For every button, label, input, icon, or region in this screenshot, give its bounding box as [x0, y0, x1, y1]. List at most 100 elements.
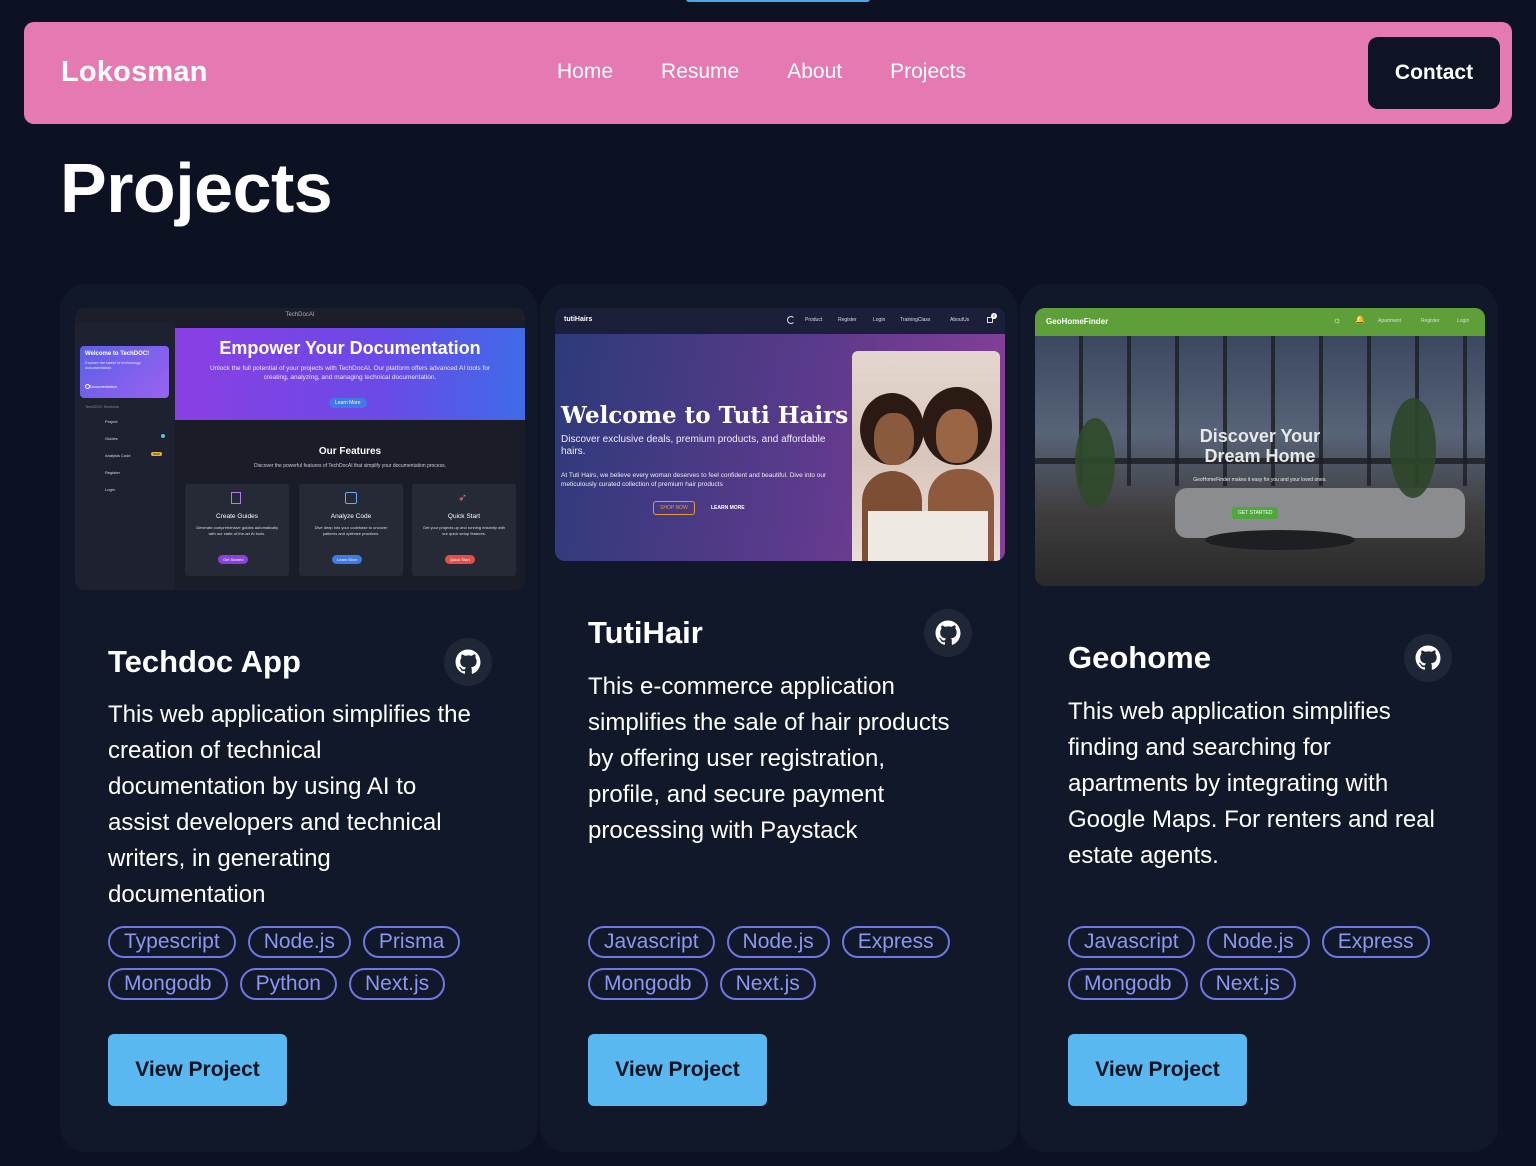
project-title: Geohome	[1068, 640, 1211, 675]
project-description: This e-commerce application simplifies t…	[588, 673, 950, 844]
tech-tag: Next.js	[1199, 968, 1296, 1000]
brand-logo[interactable]: Lokosman	[61, 56, 208, 89]
preview-feature-card: ➶ Quick Start Get your projects up and r…	[412, 484, 516, 576]
preview-hero-text: At Tuti Hairs, we believe every woman de…	[561, 472, 827, 488]
github-link[interactable]	[444, 638, 492, 686]
preview-welcome-text: Explore the latest in technology documen…	[85, 360, 141, 370]
circle-icon	[85, 384, 90, 389]
preview-cart-count: 0	[991, 313, 997, 319]
rocket-icon: ➶	[458, 492, 468, 504]
project-card-tutihair: tutiHairs Product Register Login Trainin…	[540, 284, 1018, 1152]
page-title: Projects	[60, 149, 333, 227]
status-dot	[161, 434, 165, 438]
preview-app-title: TechDocAI	[285, 312, 315, 318]
preview-brand: tutiHairs	[564, 316, 593, 323]
project-preview-geohome[interactable]: GeoHomeFinder ☼ 🔔 Apartment Register Log…	[1035, 308, 1485, 586]
preview-feature-text: Generate comprehensive guides automatica…	[195, 525, 279, 536]
tech-tag: Prisma	[362, 926, 461, 958]
nav-resume[interactable]: Resume	[661, 60, 739, 84]
preview-brand: GeoHomeFinder	[1046, 317, 1109, 326]
preview-hero-text: GeoHomeFinder makes it easy for you and …	[1193, 477, 1327, 483]
code-icon	[345, 492, 357, 504]
project-preview-techdoc[interactable]: TechDocAI Welcome to TechDOC! Explore th…	[75, 308, 525, 590]
preview-nav-item: Product	[805, 317, 823, 323]
preview-welcome-title: Welcome to TechDOC!	[85, 351, 150, 357]
view-project-button[interactable]: View Project	[588, 1034, 767, 1106]
sun-icon: ☼	[1333, 315, 1342, 325]
preview-welcome-link: Documentation	[90, 384, 117, 389]
preview-shop-button: SHOP NOW	[653, 501, 695, 515]
moon-icon	[787, 316, 795, 324]
preview-hero: Empower Your Documentation Unlock the fu…	[175, 328, 525, 420]
preview-sofa	[1175, 488, 1465, 538]
preview-hero-button: Learn More	[329, 398, 367, 408]
view-project-button[interactable]: View Project	[108, 1034, 287, 1106]
file-icon	[231, 492, 241, 504]
preview-feature-name: Create Guides	[216, 513, 258, 520]
project-preview-tutihair[interactable]: tutiHairs Product Register Login Trainin…	[555, 308, 1005, 561]
project-description: This web application simplifies finding …	[1068, 698, 1435, 869]
tech-tag: Javascript	[1068, 926, 1195, 958]
tech-tag: Express	[1321, 926, 1430, 958]
preview-sidebar-item: Project	[105, 419, 118, 424]
tech-tag: Mongodb	[1068, 968, 1188, 1000]
project-tags: Typescript Node.js Prisma Mongodb Python…	[108, 926, 488, 1000]
tech-tag: Next.js	[348, 968, 446, 1000]
tech-tag: Express	[841, 926, 950, 958]
tech-tag: Python	[239, 968, 337, 1000]
preview-nav-item: AboutUs	[950, 317, 970, 323]
preview-hero-photo	[852, 351, 1000, 561]
tech-tag: Javascript	[588, 926, 715, 958]
preview-navbar: tutiHairs Product Register Login Trainin…	[555, 308, 1005, 334]
preview-feature-name: Quick Start	[447, 513, 481, 520]
tech-tag: Mongodb	[108, 968, 228, 1000]
preview-features-sub: Discover the powerful features of TechDo…	[254, 463, 446, 469]
project-card-geohome: GeoHomeFinder ☼ 🔔 Apartment Register Log…	[1020, 284, 1498, 1152]
github-icon	[935, 620, 961, 645]
preview-feature-card: Analyze Code Dive deep into your codebas…	[299, 484, 403, 576]
preview-hero-title: Welcome to Tuti Hairs	[561, 402, 849, 429]
preview-nav-item: Apartment	[1378, 318, 1402, 324]
github-icon	[455, 649, 481, 674]
preview-badge: NEW	[151, 452, 162, 456]
preview-hero-text: Unlock the full potential of your projec…	[209, 365, 491, 381]
tech-tag: Node.js	[726, 926, 830, 958]
view-project-button[interactable]: View Project	[1068, 1034, 1247, 1106]
bell-icon: 🔔	[1355, 315, 1365, 324]
preview-features-title: Our Features	[318, 446, 382, 457]
preview-nav-item: Register	[838, 317, 857, 323]
preview-plant	[1075, 418, 1115, 508]
preview-learn-button: LEARN MORE	[711, 505, 745, 511]
github-link[interactable]	[1404, 634, 1452, 682]
project-description: This web application simplifies the crea…	[108, 701, 471, 908]
nav-projects[interactable]: Projects	[890, 60, 966, 84]
preview-feature-text: Get your projects up and running instant…	[422, 525, 506, 536]
tech-tag: Next.js	[719, 968, 816, 1000]
top-indicator	[686, 0, 870, 2]
preview-feature-card: Create Guides Generate comprehensive gui…	[185, 484, 289, 576]
preview-hero-sub: Discover exclusive deals, premium produc…	[561, 434, 826, 457]
contact-button[interactable]: Contact	[1368, 37, 1500, 109]
project-tags: Javascript Node.js Express Mongodb Next.…	[1068, 926, 1448, 1000]
preview-sidebar-item: Register	[105, 470, 120, 475]
nav-home[interactable]: Home	[557, 60, 613, 84]
tech-tag: Mongodb	[588, 968, 708, 1000]
project-tags: Javascript Node.js Express Mongodb Next.…	[588, 926, 968, 1000]
preview-sidebar-item: Login	[105, 487, 115, 492]
preview-feature-button: Quick Start	[445, 555, 475, 564]
nav-about[interactable]: About	[787, 60, 842, 84]
preview-sidebar-item: Analysis Code	[105, 453, 131, 458]
preview-nav-item: Register	[1421, 318, 1440, 324]
preview-sidebar: Welcome to TechDOC! Explore the latest i…	[75, 322, 175, 590]
preview-welcome-box: Welcome to TechDOC! Explore the latest i…	[80, 346, 169, 398]
github-link[interactable]	[924, 609, 972, 657]
preview-feature-button: Learn More	[332, 555, 363, 564]
project-title: Techdoc App	[108, 644, 301, 679]
nav-links: Home Resume About Projects	[557, 60, 966, 84]
tech-tag: Typescript	[108, 926, 236, 958]
preview-sidebar-item: Guides	[105, 436, 118, 441]
preview-nav-item: Login	[873, 317, 886, 323]
tech-tag: Node.js	[247, 926, 351, 958]
project-title: TutiHair	[588, 615, 703, 650]
project-card-techdoc: TechDocAI Welcome to TechDOC! Explore th…	[60, 284, 538, 1152]
